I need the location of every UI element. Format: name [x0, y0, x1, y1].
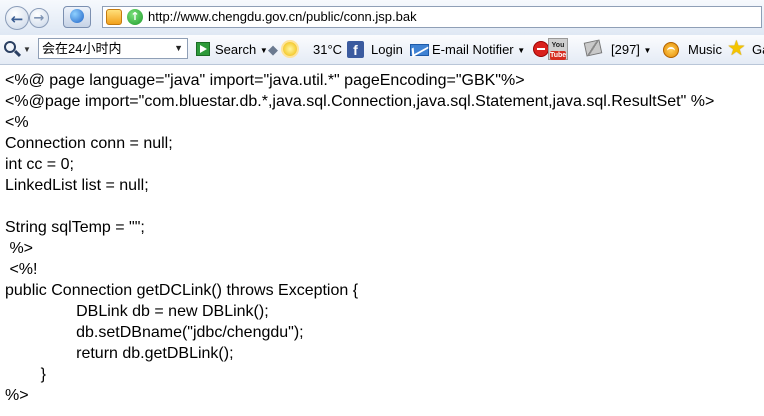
youtube-you-text: You — [551, 42, 565, 49]
code-line: <%! — [5, 261, 38, 278]
search-go-icon[interactable] — [196, 42, 210, 56]
search-button[interactable]: Search ▼ — [215, 35, 268, 64]
code-line: LinkedList list = null; — [5, 177, 149, 194]
address-bar[interactable]: ↑ http://www.chengdu.gov.cn/public/conn.… — [102, 6, 762, 28]
youtube-tube-text: Tube — [550, 51, 567, 60]
ie-logo-icon — [70, 9, 84, 23]
weather-temperature[interactable]: 31°C — [313, 35, 342, 64]
star-icon: ★ — [727, 37, 746, 60]
login-button[interactable]: Login — [371, 35, 403, 64]
sun-weather-icon — [283, 42, 297, 56]
code-line: String sqlTemp = ""; — [5, 219, 145, 236]
region-select-value: 会在24小时内 — [42, 41, 122, 56]
go-arrow-icon[interactable]: ↑ — [127, 9, 143, 25]
games-button[interactable]: Ga — [752, 35, 764, 64]
mail-icon — [410, 44, 429, 56]
forward-button[interactable]: → — [29, 8, 49, 28]
music-button[interactable]: Music — [688, 35, 722, 64]
email-notifier-button[interactable]: E-mail Notifier ▼ — [432, 35, 525, 64]
toolbar-separator: ◆ — [268, 42, 278, 57]
chevron-down-icon: ▼ — [174, 43, 183, 53]
youtube-icon[interactable]: You Tube — [548, 38, 568, 60]
email-notifier-label: E-mail Notifier — [432, 42, 514, 57]
code-line: public Connection getDCLink() throws Exc… — [5, 282, 359, 299]
counter-button[interactable]: [297] ▼ — [611, 35, 651, 64]
code-line: %> — [5, 387, 29, 404]
search-label: Search — [215, 42, 257, 57]
code-line: <%@page import="com.bluestar.db.*,java.s… — [5, 93, 715, 110]
back-button[interactable]: ← — [5, 6, 29, 30]
email-notifier-caret-icon[interactable]: ▼ — [517, 46, 525, 55]
region-select[interactable]: 会在24小时内 ▼ — [38, 38, 188, 59]
search-menu-caret-icon[interactable]: ▼ — [260, 46, 268, 55]
code-line: %> — [5, 240, 34, 257]
code-line: <% — [5, 114, 29, 131]
search-icon[interactable] — [4, 41, 16, 53]
browser-home-button[interactable] — [63, 6, 91, 28]
notes-icon — [583, 39, 603, 57]
code-line: return db.getDBLink(); — [5, 345, 234, 362]
search-dropdown-caret-icon[interactable]: ▼ — [23, 35, 31, 64]
navigation-bar: ← → ↑ http://www.chengdu.gov.cn/public/c… — [0, 0, 764, 35]
counter-label: [297] — [611, 42, 640, 57]
code-line: int cc = 0; — [5, 156, 74, 173]
code-line: db.setDBname("jdbc/chengdu"); — [5, 324, 304, 341]
code-line: } — [5, 366, 46, 383]
music-icon — [663, 42, 679, 58]
code-line: Connection conn = null; — [5, 135, 173, 152]
page-favicon-icon — [106, 9, 122, 25]
counter-caret-icon[interactable]: ▼ — [644, 46, 652, 55]
url-text[interactable]: http://www.chengdu.gov.cn/public/conn.js… — [148, 9, 417, 24]
browser-toolbar: ▼ 会在24小时内 ▼ Search ▼ ◆ 31°C f Login E-ma… — [0, 35, 764, 65]
page-content: <%@ page language="java" import="java.ut… — [5, 70, 764, 406]
code-line: DBLink db = new DBLink(); — [5, 303, 269, 320]
block-icon[interactable] — [534, 42, 548, 56]
facebook-icon: f — [347, 41, 364, 58]
code-line: <%@ page language="java" import="java.ut… — [5, 72, 525, 89]
